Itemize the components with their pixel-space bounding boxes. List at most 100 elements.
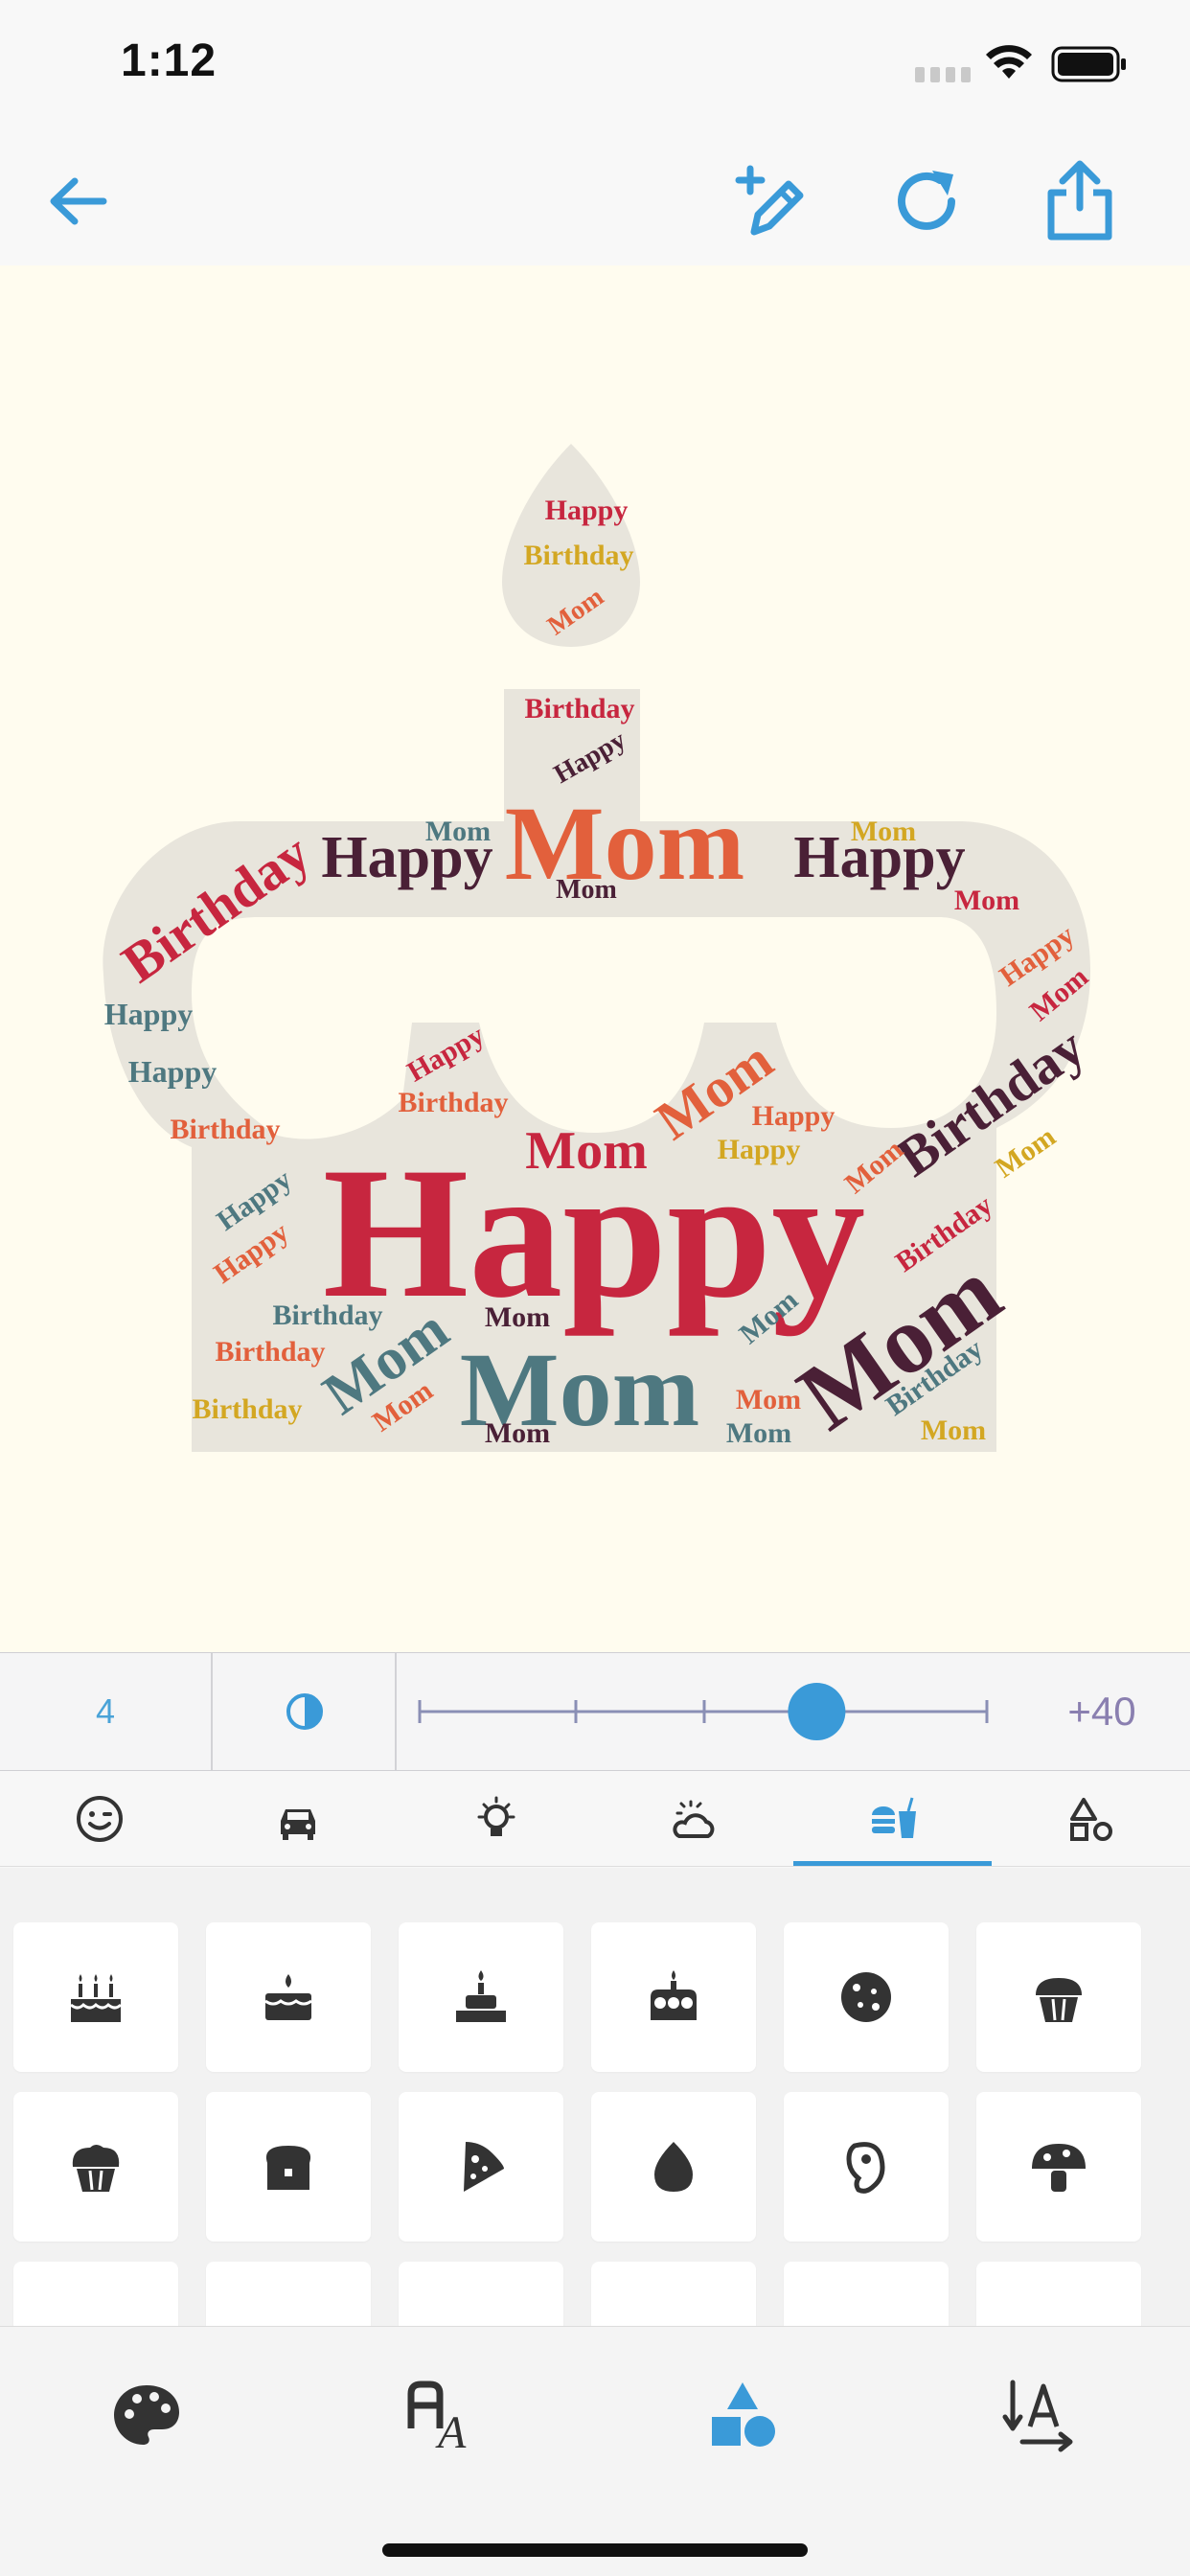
word-cloud-canvas[interactable]: Happy Birthday Mom Birthday Happy Mom Ha… xyxy=(0,265,1190,1652)
word-cloud: Happy Birthday Mom Birthday Happy Mom Ha… xyxy=(103,444,1096,1452)
refresh-icon xyxy=(898,171,955,230)
opacity-button[interactable] xyxy=(215,1653,397,1770)
tab-fonts[interactable]: A xyxy=(386,2367,501,2463)
cupcake-icon xyxy=(1036,1978,1082,2022)
shape-tile[interactable] xyxy=(13,1922,178,2072)
shape-tile[interactable] xyxy=(399,2092,563,2242)
word: Happy xyxy=(752,1100,835,1132)
word: Mom xyxy=(425,816,491,847)
emoji-icon xyxy=(76,1796,123,1842)
top-toolbar xyxy=(0,129,1190,265)
word: Mom xyxy=(736,1384,801,1415)
food-icon xyxy=(871,1797,916,1838)
palette-icon xyxy=(114,2385,179,2445)
shapes-icon xyxy=(1069,1798,1112,1841)
word: Happy xyxy=(545,494,629,526)
shape-tile[interactable] xyxy=(206,2092,371,2242)
category-tabs xyxy=(0,1771,1190,1867)
shape-tile[interactable] xyxy=(976,2092,1141,2242)
share-icon xyxy=(1047,160,1112,241)
status-time: 1:12 xyxy=(121,35,217,86)
word: Mom xyxy=(556,875,617,905)
tab-travel[interactable] xyxy=(198,1771,397,1867)
tab-emoji[interactable] xyxy=(0,1771,198,1867)
tab-food[interactable] xyxy=(793,1771,992,1867)
tab-colors[interactable] xyxy=(89,2367,204,2463)
count-button[interactable]: 4 xyxy=(0,1653,213,1770)
shape-tile[interactable] xyxy=(784,2092,949,2242)
tab-ideas[interactable] xyxy=(397,1771,595,1867)
slider-thumb[interactable] xyxy=(788,1683,846,1740)
muffin-icon xyxy=(72,2145,120,2192)
car-icon xyxy=(280,1809,315,1840)
edit-words-button[interactable] xyxy=(728,158,814,244)
pizza-icon xyxy=(464,2142,504,2192)
weather-icon xyxy=(672,1800,714,1838)
shape-tile[interactable] xyxy=(206,2262,371,2326)
egg-icon xyxy=(654,2142,693,2192)
word: Birthday xyxy=(192,1393,302,1425)
word: Birthday xyxy=(524,693,634,724)
back-button[interactable] xyxy=(34,158,121,244)
tab-weather[interactable] xyxy=(595,1771,793,1867)
tab-shapes-bottom[interactable] xyxy=(685,2367,800,2463)
word: Mom xyxy=(505,785,744,902)
signal-icon xyxy=(915,67,971,82)
opacity-slider[interactable] xyxy=(416,1682,991,1741)
tab-text-direction[interactable] xyxy=(982,2367,1097,2463)
shape-tile[interactable] xyxy=(591,2092,756,2242)
shape-tile[interactable] xyxy=(591,2262,756,2326)
birthday-cake-icon xyxy=(70,1974,123,2022)
home-indicator xyxy=(382,2543,808,2557)
shape-tile[interactable] xyxy=(13,2262,178,2326)
wifi-icon xyxy=(986,45,1032,79)
adjust-bar: 4 +40 xyxy=(0,1652,1190,1771)
status-bar: 1:12 xyxy=(0,0,1190,129)
share-button[interactable] xyxy=(1037,158,1123,244)
word: Birthday xyxy=(272,1300,382,1331)
shapes-icon xyxy=(712,2382,775,2447)
lightbulb-icon xyxy=(477,1796,515,1836)
shape-tile[interactable] xyxy=(976,1922,1141,2072)
word: Mom xyxy=(921,1414,986,1446)
cookie-icon xyxy=(841,1972,891,2022)
mushroom-icon xyxy=(1032,2144,1086,2192)
cake-slice-icon xyxy=(264,1974,312,2020)
back-arrow-icon xyxy=(50,177,107,225)
shape-tile[interactable] xyxy=(399,1922,563,2072)
opacity-value: +40 xyxy=(1067,1689,1136,1734)
svg-text:A: A xyxy=(435,2407,467,2451)
word: Mom xyxy=(485,1417,550,1449)
shape-grid xyxy=(0,1868,1190,2326)
shape-tile[interactable] xyxy=(206,1922,371,2072)
shape-tile[interactable] xyxy=(976,2262,1141,2326)
selected-tab-indicator xyxy=(793,1861,992,1866)
word: Happy xyxy=(128,1054,217,1089)
shape-tile[interactable] xyxy=(591,1922,756,2072)
candle-cake-icon xyxy=(456,1970,506,2022)
word: Birthday xyxy=(523,540,633,571)
text-direction-icon xyxy=(1002,2380,1073,2452)
refresh-button[interactable] xyxy=(883,158,970,244)
shape-tile[interactable] xyxy=(13,2092,178,2242)
opacity-drop-icon xyxy=(286,1693,323,1730)
shape-tile[interactable] xyxy=(784,2262,949,2326)
word: Mom xyxy=(726,1417,791,1449)
bottom-tab-bar: A xyxy=(0,2326,1190,2576)
bread-icon xyxy=(265,2146,311,2190)
word: Birthday xyxy=(215,1336,325,1368)
shape-tile[interactable] xyxy=(399,2262,563,2326)
word: Birthday xyxy=(398,1087,508,1118)
battery-icon xyxy=(1051,46,1126,82)
word: Mom xyxy=(851,816,916,847)
ham-icon xyxy=(846,2142,885,2194)
tab-shapes[interactable] xyxy=(992,1771,1190,1867)
shape-tile[interactable] xyxy=(784,1922,949,2072)
word: Mom xyxy=(485,1301,550,1333)
cake-icon xyxy=(651,1970,697,2020)
font-icon: A xyxy=(407,2380,467,2451)
word: Mom xyxy=(954,885,1019,916)
edit-words-icon xyxy=(735,165,804,236)
word: Happy xyxy=(104,997,193,1031)
word: Birthday xyxy=(170,1114,280,1145)
